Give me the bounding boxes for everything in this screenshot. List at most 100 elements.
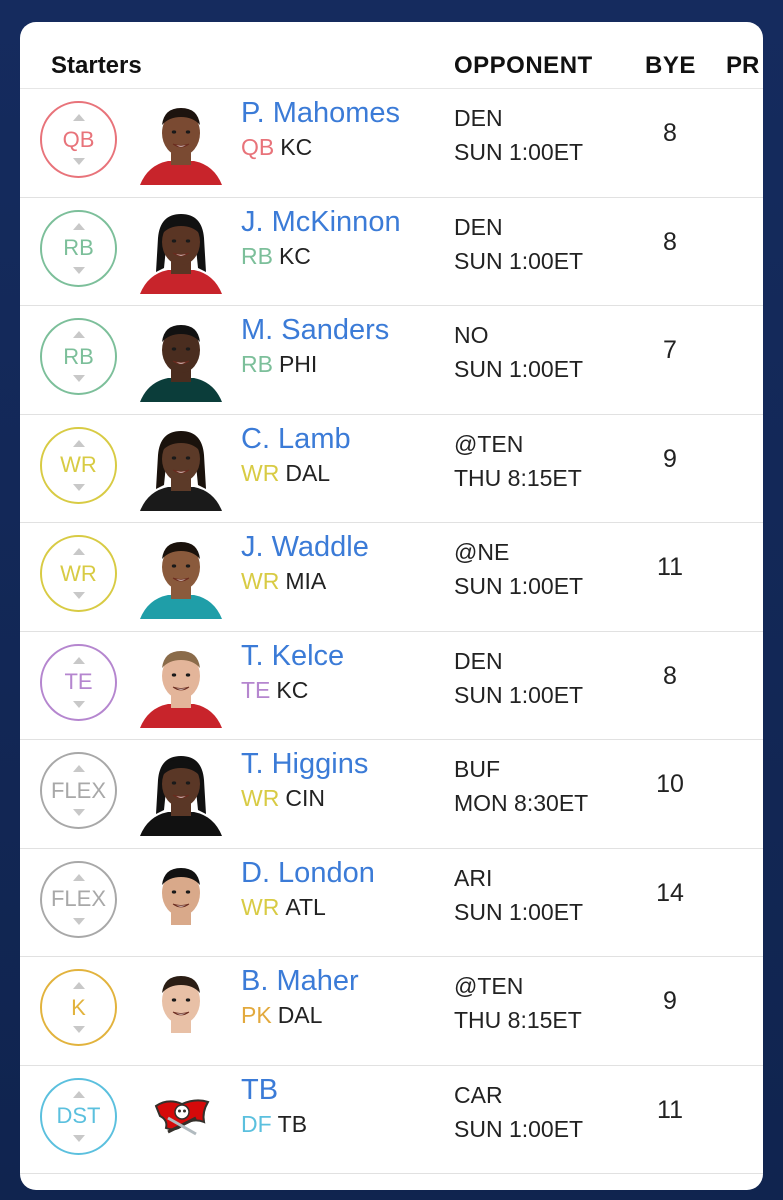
- slot-label: RB: [63, 343, 94, 369]
- player-position: WR: [241, 893, 280, 920]
- lineup-slot-button[interactable]: DST: [40, 1077, 117, 1155]
- player-name-link[interactable]: C. Lamb: [241, 423, 351, 456]
- player-name-link[interactable]: P. Mahomes: [241, 97, 400, 130]
- opponent-team: @TEN: [454, 430, 524, 457]
- player-photo[interactable]: [138, 208, 224, 294]
- lineup-slot-button[interactable]: QB: [40, 101, 117, 178]
- lineup-slot-button[interactable]: RB: [40, 318, 117, 395]
- table-row[interactable]: WR J. Waddle WR MIA @NE SUN 1:00ET 11: [20, 523, 763, 632]
- chevron-up-icon: [72, 331, 85, 338]
- game-time: SUN 1:00ET: [454, 898, 584, 925]
- starters-heading: Starters: [51, 52, 142, 79]
- team-logo[interactable]: [138, 1076, 224, 1162]
- table-row[interactable]: RB J. McKinnon RB KC DEN SUN 1:00ET 8: [20, 198, 763, 306]
- player-position-team: TE KC: [241, 677, 308, 704]
- chevron-up-icon: [72, 765, 85, 772]
- player-photo[interactable]: [138, 533, 224, 619]
- player-headshot-image: [140, 213, 222, 294]
- player-position-team: QB KC: [241, 134, 312, 161]
- bye-week: 9: [663, 987, 677, 1015]
- table-row[interactable]: WR C. Lamb WR DAL @TEN THU 8:15ET 9: [20, 415, 763, 523]
- player-name-link[interactable]: T. Kelce: [241, 640, 344, 673]
- chevron-down-icon: [72, 375, 85, 382]
- chevron-down-icon: [72, 483, 85, 491]
- chevron-up-icon: [72, 548, 85, 555]
- lineup-slot-button[interactable]: RB: [40, 209, 117, 287]
- bye-week: 7: [663, 336, 677, 364]
- player-team: PHI: [278, 351, 318, 377]
- player-position: WR: [241, 568, 280, 594]
- player-name-link[interactable]: D. London: [241, 857, 375, 890]
- player-team: ATL: [285, 893, 326, 920]
- player-photo[interactable]: [138, 425, 224, 511]
- lineup-slot-button[interactable]: TE: [40, 643, 117, 721]
- opponent-team: NO: [454, 322, 489, 348]
- lineup-slot-button[interactable]: FLEX: [40, 752, 117, 829]
- player-team: TB: [277, 1110, 308, 1137]
- opponent-info: DEN SUN 1:00ET: [454, 210, 583, 278]
- slot-label: FLEX: [50, 886, 107, 911]
- table-row[interactable]: FLEX D. London WR ATL ARI SUN 1:00ET 14: [20, 849, 763, 957]
- slot-label: TE: [64, 669, 93, 694]
- table-row[interactable]: TE T. Kelce TE KC DEN SUN 1:00ET 8: [20, 632, 763, 740]
- table-row[interactable]: DST TB DF TB CAR SUN 1:00ET 11: [20, 1066, 763, 1174]
- opponent-team: @TEN: [454, 973, 524, 999]
- pr-column-header[interactable]: PR: [726, 52, 759, 80]
- player-position: WR: [241, 785, 280, 811]
- chevron-up-icon: [72, 222, 85, 230]
- bye-week: 11: [657, 553, 683, 581]
- player-team: DAL: [285, 459, 331, 486]
- player-photo[interactable]: [138, 859, 224, 945]
- player-name-link[interactable]: TB: [241, 1074, 278, 1107]
- table-row[interactable]: RB M. Sanders RB PHI NO SUN 1:00ET 7: [20, 306, 763, 415]
- table-row[interactable]: K B. Maher PK DAL @TEN THU 8:15ET 9: [20, 957, 763, 1066]
- game-time: SUN 1:00ET: [454, 247, 584, 274]
- player-photo[interactable]: [138, 750, 224, 836]
- player-name-link[interactable]: J. McKinnon: [241, 206, 401, 239]
- player-headshot-image: [140, 867, 222, 945]
- chevron-down-icon: [72, 592, 85, 599]
- bye-column-header[interactable]: BYE: [645, 52, 696, 80]
- player-photo[interactable]: [138, 316, 224, 402]
- opponent-team: DEN: [454, 213, 503, 240]
- player-team: KC: [276, 676, 309, 703]
- lineup-slot-button[interactable]: WR: [40, 426, 117, 504]
- chevron-down-icon: [72, 1134, 85, 1142]
- player-name-link[interactable]: B. Maher: [241, 965, 359, 998]
- chevron-down-icon: [72, 158, 85, 165]
- game-time: SUN 1:00ET: [454, 1115, 584, 1142]
- opponent-info: @TEN THU 8:15ET: [454, 427, 582, 495]
- bye-week: 10: [656, 770, 684, 798]
- table-row[interactable]: FLEX T. Higgins WR CIN BUF MON 8:30ET 10: [20, 740, 763, 849]
- lineup-slot-button[interactable]: FLEX: [40, 860, 117, 938]
- game-time: MON 8:30ET: [454, 790, 589, 816]
- player-headshot-image: [140, 650, 222, 728]
- chevron-down-icon: [72, 917, 85, 925]
- game-time: SUN 1:00ET: [454, 356, 584, 382]
- chevron-up-icon: [72, 982, 85, 989]
- player-position-team: RB KC: [241, 243, 311, 270]
- player-name-link[interactable]: J. Waddle: [241, 531, 369, 564]
- player-photo[interactable]: [138, 967, 224, 1053]
- chevron-down-icon: [72, 700, 85, 708]
- game-time: SUN 1:00ET: [454, 681, 584, 708]
- player-position: WR: [241, 459, 280, 486]
- player-team: CIN: [285, 785, 325, 811]
- opponent-column-header[interactable]: OPPONENT: [454, 52, 593, 80]
- player-team: KC: [280, 134, 313, 160]
- player-headshot-image: [140, 542, 222, 619]
- table-row[interactable]: QB P. Mahomes QB KC DEN SUN 1:00ET 8: [20, 88, 763, 198]
- lineup-slot-button[interactable]: WR: [40, 535, 117, 612]
- opponent-info: ARI SUN 1:00ET: [454, 861, 583, 929]
- player-position-team: WR DAL: [241, 460, 330, 487]
- player-photo[interactable]: [138, 99, 224, 185]
- lineup-slot-button[interactable]: K: [40, 969, 117, 1046]
- player-position: QB: [241, 134, 275, 160]
- player-photo[interactable]: [138, 642, 224, 728]
- player-name-link[interactable]: T. Higgins: [241, 748, 368, 781]
- opponent-info: @TEN THU 8:15ET: [454, 969, 582, 1037]
- player-position: PK: [241, 1002, 272, 1028]
- opponent-team: CAR: [454, 1081, 503, 1108]
- player-name-link[interactable]: M. Sanders: [241, 314, 389, 347]
- player-position: DF: [241, 1110, 272, 1137]
